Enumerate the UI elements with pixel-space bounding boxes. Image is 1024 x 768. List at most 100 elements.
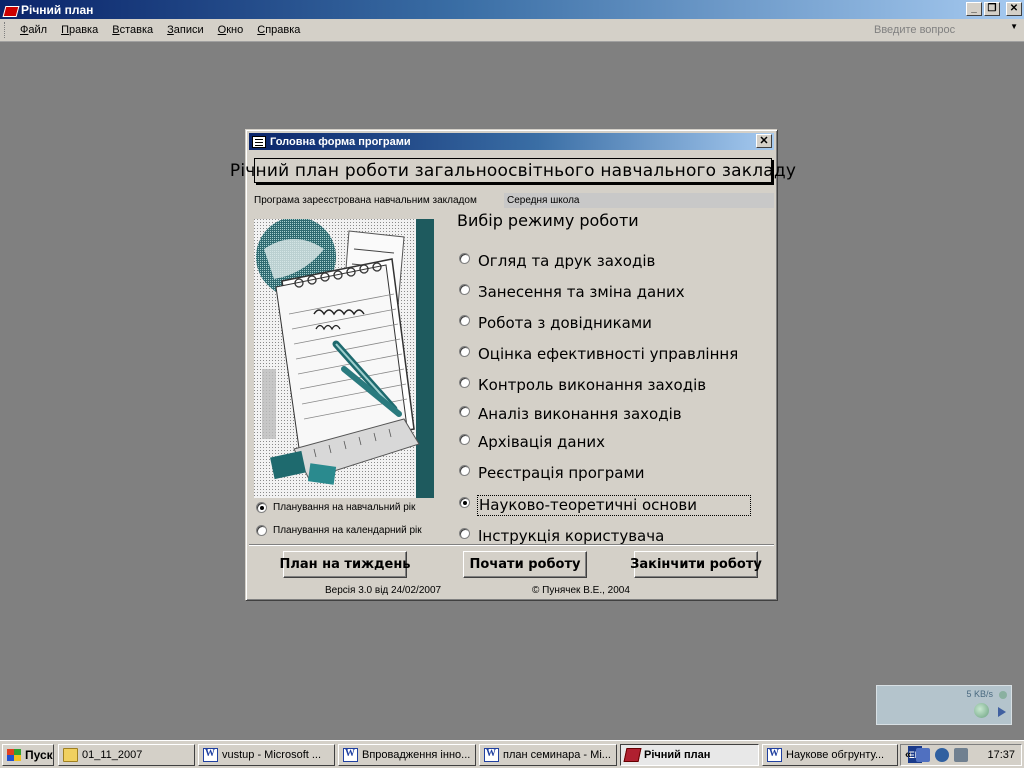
mode-label-view-print: Огляд та друк заходів [478, 252, 656, 270]
start-label: Пуск [25, 748, 53, 762]
play-icon[interactable] [998, 707, 1006, 717]
word-icon [767, 748, 782, 762]
mode-option-program-registration[interactable]: Реєстрація програми [459, 458, 645, 482]
menu-file[interactable]: Файл [13, 24, 54, 36]
taskbar-item[interactable]: vustup - Microsoft ... [198, 744, 335, 766]
planning-calendar-year-option[interactable]: Планування на календарний рік [256, 525, 422, 536]
mode-radio-references[interactable] [459, 314, 470, 326]
word-icon [484, 748, 499, 762]
network-speed-widget[interactable]: 5 KB/s [876, 685, 1012, 725]
toolbar-grip[interactable] [4, 22, 7, 38]
taskbar-item-label: план семинара - Mi... [503, 749, 611, 761]
minimize-button[interactable]: _ [966, 2, 982, 16]
mode-radio-view-print[interactable] [459, 252, 470, 264]
mode-option-execution-control[interactable]: Контроль виконання заходів [459, 370, 706, 394]
word-icon [203, 748, 218, 762]
mode-radio-execution-control[interactable] [459, 376, 470, 388]
info-tray-icon[interactable] [935, 748, 950, 762]
notebook-pen-image [254, 219, 434, 498]
system-tray: « 17:37 [900, 744, 1022, 766]
mode-label-execution-control: Контроль виконання заходів [478, 376, 707, 394]
taskbar-item-label: Річний план [644, 749, 711, 761]
app-titlebar: Річний план _ ❐ ✕ [0, 0, 1024, 19]
app-title: Річний план [21, 2, 94, 17]
form-separator [249, 544, 774, 546]
menu-edit[interactable]: Правка [54, 24, 105, 36]
notebook-illustration [254, 219, 434, 498]
help-question-placeholder: Введите вопрос [874, 24, 956, 36]
planning-calendar-year-radio[interactable] [256, 525, 267, 536]
mode-radio-management-efficiency[interactable] [459, 345, 470, 357]
mode-radio-scientific-basis[interactable] [459, 497, 470, 508]
folder-icon [63, 748, 78, 762]
start-button[interactable]: Пуск [2, 744, 54, 766]
mode-label-program-registration: Реєстрація програми [478, 464, 645, 482]
network-speed: 5 KB/s [966, 689, 993, 699]
menu-bar: Файл Правка Вставка Записи Окно Справка … [0, 19, 1024, 42]
mode-radio-data-archive[interactable] [459, 433, 470, 445]
form-close-button[interactable]: ✕ [756, 134, 772, 148]
mode-option-user-guide[interactable]: Інструкція користувача [459, 521, 664, 545]
mode-label-execution-analysis: Аналіз виконання заходів [478, 405, 682, 423]
window-controls: _ ❐ ✕ [966, 2, 1022, 16]
taskbar-item[interactable]: Річний план [620, 744, 759, 766]
form-heading: Річний план роботи загальноосвітнього на… [230, 158, 796, 183]
access-icon [623, 748, 642, 762]
network-tray-icon[interactable] [916, 748, 931, 762]
help-question-box[interactable]: Введите вопрос ▼ [872, 22, 1020, 38]
mode-label-data-entry: Занесення та зміна даних [478, 283, 685, 301]
mode-radio-user-guide[interactable] [459, 527, 470, 539]
mode-option-scientific-basis[interactable]: Науково-теоретичні основи [459, 489, 751, 516]
taskbar-item-label: Впровадження інно... [362, 749, 471, 761]
word-icon [343, 748, 358, 762]
taskbar-item-label: Наукове обгрунту... [786, 749, 885, 761]
mode-radio-execution-analysis[interactable] [459, 405, 470, 417]
main-form-window: Головна форма програми ✕ Річний план роб… [230, 129, 796, 601]
form-titlebar: Головна форма програми ✕ [249, 133, 774, 150]
mode-title: Вибір режиму роботи [457, 211, 639, 230]
access-app-icon[interactable] [3, 3, 17, 17]
finish-work-button[interactable]: Закінчити роботу [630, 551, 762, 578]
registered-label: Програма зареєстрована навчальним заклад… [254, 195, 477, 206]
mode-option-data-entry[interactable]: Занесення та зміна даних [459, 277, 685, 301]
chevron-down-icon[interactable]: ▼ [1010, 22, 1018, 31]
taskbar-item[interactable]: Впровадження інно... [338, 744, 476, 766]
mode-option-execution-analysis[interactable]: Аналіз виконання заходів [459, 399, 682, 423]
week-plan-button[interactable]: План на тиждень [279, 551, 411, 578]
taskbar-item[interactable]: 01_11_2007 [58, 744, 195, 766]
version-text: Версія 3.0 від 24/02/2007 [325, 585, 442, 596]
mode-radio-data-entry[interactable] [459, 283, 470, 295]
planning-academic-year-radio[interactable] [256, 502, 267, 513]
registered-value: Середня школа [504, 193, 774, 208]
mode-label-data-archive: Архівація даних [478, 433, 606, 451]
restore-button[interactable]: ❐ [984, 2, 1000, 16]
planning-academic-year-option[interactable]: Планування на навчальний рік [256, 502, 415, 513]
menu-insert[interactable]: Вставка [105, 24, 160, 36]
planning-calendar-year-label: Планування на календарний рік [273, 525, 422, 536]
mode-radio-program-registration[interactable] [459, 464, 470, 476]
globe-icon [974, 703, 989, 718]
menu-records[interactable]: Записи [160, 24, 211, 36]
form-icon [252, 135, 266, 148]
volume-tray-icon[interactable] [954, 748, 969, 762]
clock: 17:37 [987, 749, 1015, 761]
mode-option-management-efficiency[interactable]: Оцінка ефективності управління [459, 339, 738, 363]
mode-option-references[interactable]: Робота з довідниками [459, 308, 652, 332]
menu-help[interactable]: Справка [250, 24, 307, 36]
windows-logo-icon [6, 748, 22, 762]
taskbar-item-label: vustup - Microsoft ... [222, 749, 322, 761]
copyright-text: © Пунячек В.Е., 2004 [532, 585, 630, 596]
planning-academic-year-label: Планування на навчальний рік [273, 502, 416, 513]
taskbar: Пуск 01_11_2007 vustup - Microsoft ... Впр… [0, 740, 1024, 768]
taskbar-item[interactable]: план семинара - Mi... [479, 744, 617, 766]
mode-label-user-guide: Інструкція користувача [478, 527, 665, 545]
taskbar-item[interactable]: Наукове обгрунту... [762, 744, 898, 766]
tray-expand-icon[interactable]: « [905, 749, 911, 761]
start-work-button[interactable]: Почати роботу [463, 551, 587, 578]
mode-option-data-archive[interactable]: Архівація даних [459, 427, 605, 451]
menu-window[interactable]: Окно [211, 24, 251, 36]
taskbar-item-label: 01_11_2007 [82, 749, 143, 761]
mode-option-view-print[interactable]: Огляд та друк заходів [459, 246, 655, 270]
mode-label-management-efficiency: Оцінка ефективності управління [478, 345, 739, 363]
close-button[interactable]: ✕ [1006, 2, 1022, 16]
